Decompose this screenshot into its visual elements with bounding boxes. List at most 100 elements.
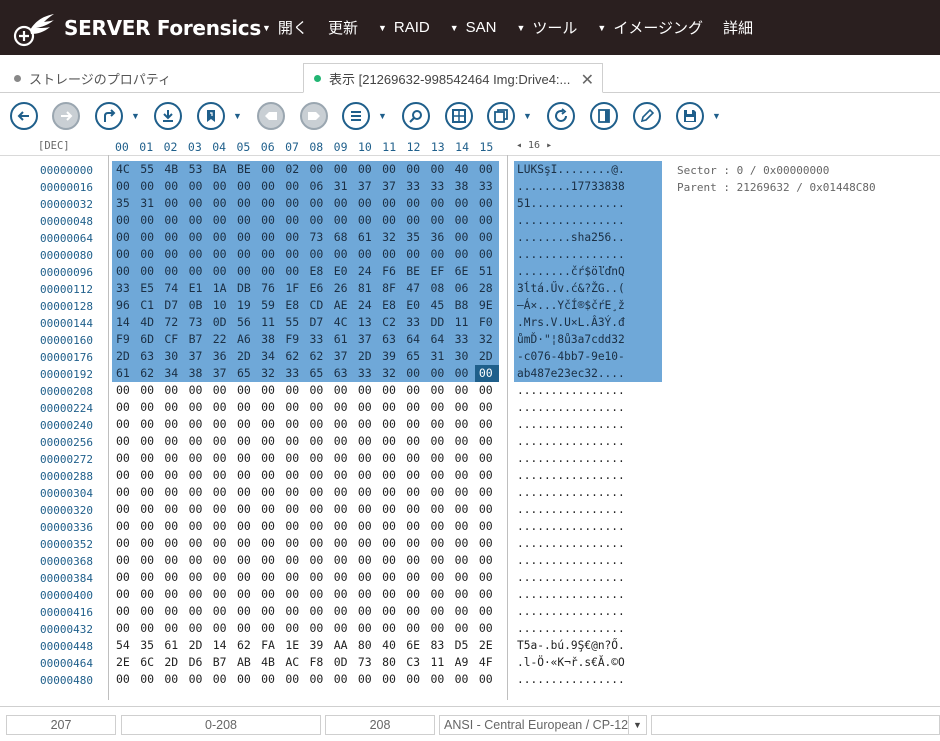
- hex-byte[interactable]: 2D: [232, 348, 258, 365]
- hex-byte[interactable]: F8: [306, 654, 330, 671]
- hex-byte[interactable]: 00: [233, 620, 257, 637]
- hex-byte[interactable]: 00: [136, 467, 160, 484]
- hex-byte[interactable]: 00: [136, 229, 161, 246]
- hex-byte[interactable]: 00: [257, 195, 282, 212]
- hex-byte[interactable]: 00: [402, 416, 426, 433]
- hex-byte[interactable]: 00: [402, 246, 427, 263]
- hex-byte[interactable]: 63: [378, 331, 403, 348]
- hex-byte[interactable]: 00: [306, 467, 330, 484]
- hex-byte[interactable]: 4F: [475, 654, 499, 671]
- hex-byte[interactable]: 00: [281, 246, 306, 263]
- hex-byte[interactable]: 00: [329, 246, 354, 263]
- ascii-row[interactable]: 3ĺtá.Űv.ć&?ŽG..(: [514, 280, 662, 297]
- hex-byte[interactable]: 00: [209, 484, 233, 501]
- hex-byte[interactable]: 00: [233, 416, 257, 433]
- hex-byte[interactable]: AE: [329, 297, 354, 314]
- hex-byte[interactable]: 4C: [329, 314, 354, 331]
- hex-byte[interactable]: 00: [402, 467, 426, 484]
- hex-byte[interactable]: 00: [233, 399, 257, 416]
- hex-byte[interactable]: 00: [354, 450, 378, 467]
- hex-byte[interactable]: 00: [233, 450, 257, 467]
- hex-byte[interactable]: 00: [330, 552, 354, 569]
- hex-byte[interactable]: 11: [257, 314, 282, 331]
- tab-storage-properties[interactable]: ストレージのプロパティ: [0, 63, 303, 93]
- hex-byte[interactable]: 00: [281, 433, 305, 450]
- hex-byte[interactable]: 00: [402, 671, 426, 688]
- hex-byte[interactable]: 68: [329, 229, 354, 246]
- grid-icon[interactable]: [445, 102, 473, 130]
- hex-byte[interactable]: 00: [136, 586, 160, 603]
- hex-byte[interactable]: 00: [136, 501, 160, 518]
- hex-byte[interactable]: 63: [136, 348, 161, 365]
- hex-byte[interactable]: 00: [451, 569, 475, 586]
- ascii-row[interactable]: ................: [514, 467, 662, 484]
- hex-byte[interactable]: 00: [330, 416, 354, 433]
- ascii-row[interactable]: ........sha256..: [514, 229, 662, 246]
- hex-byte[interactable]: 00: [184, 178, 209, 195]
- hex-byte[interactable]: 76: [257, 280, 282, 297]
- hex-byte[interactable]: 00: [136, 450, 160, 467]
- bytes-per-row-control[interactable]: ◂ 16 ▸: [516, 140, 552, 151]
- hex-byte[interactable]: E5: [136, 280, 161, 297]
- hex-byte[interactable]: 00: [112, 399, 136, 416]
- hex-byte[interactable]: 30: [450, 348, 475, 365]
- hex-byte[interactable]: 00: [475, 382, 499, 399]
- hex-byte[interactable]: F9: [112, 331, 137, 348]
- hex-byte[interactable]: 81: [353, 280, 379, 297]
- hex-byte[interactable]: 00: [257, 518, 281, 535]
- hex-byte[interactable]: 32: [257, 365, 282, 382]
- hex-byte[interactable]: 00: [306, 569, 330, 586]
- panel-icon[interactable]: [590, 102, 618, 130]
- hex-byte[interactable]: 00: [233, 433, 257, 450]
- hex-byte[interactable]: 65: [305, 365, 330, 382]
- hex-byte[interactable]: 1F: [281, 280, 306, 297]
- hex-byte[interactable]: 00: [330, 603, 354, 620]
- ascii-row[interactable]: ................: [514, 246, 662, 263]
- chevron-down-icon[interactable]: ▼: [628, 716, 646, 734]
- hex-byte[interactable]: 00: [402, 161, 427, 178]
- hex-byte[interactable]: B7: [209, 654, 233, 671]
- menu-item[interactable]: 更新: [328, 17, 358, 38]
- hex-byte[interactable]: 00: [232, 195, 258, 212]
- hex-byte[interactable]: DD: [426, 314, 451, 331]
- hex-byte[interactable]: 00: [329, 161, 354, 178]
- hex-byte[interactable]: 00: [185, 433, 209, 450]
- hex-byte[interactable]: 00: [112, 433, 136, 450]
- ascii-row[interactable]: ................: [514, 586, 662, 603]
- hex-byte[interactable]: 32: [474, 331, 499, 348]
- hex-byte[interactable]: 00: [209, 535, 233, 552]
- hex-byte[interactable]: 00: [330, 671, 354, 688]
- hex-byte[interactable]: FA: [257, 637, 281, 654]
- hex-byte[interactable]: 00: [281, 552, 305, 569]
- hex-byte[interactable]: 38: [184, 365, 209, 382]
- hex-byte[interactable]: 2D: [474, 348, 499, 365]
- hex-byte[interactable]: 47: [402, 280, 427, 297]
- hex-byte[interactable]: 00: [281, 569, 305, 586]
- hex-byte[interactable]: 00: [306, 433, 330, 450]
- ascii-row[interactable]: -c076-4bb7-9e10-: [514, 348, 662, 365]
- save-dropdown-caret-icon[interactable]: ▼: [712, 111, 721, 121]
- edit-icon[interactable]: [633, 102, 661, 130]
- hex-byte[interactable]: 00: [450, 246, 475, 263]
- hex-byte[interactable]: 74: [160, 280, 185, 297]
- hex-byte[interactable]: BE: [232, 161, 258, 178]
- hex-byte[interactable]: 00: [402, 603, 426, 620]
- hex-byte[interactable]: 35: [402, 229, 427, 246]
- hex-byte[interactable]: 64: [402, 331, 427, 348]
- hex-byte[interactable]: 00: [209, 382, 233, 399]
- hex-byte[interactable]: E8: [281, 297, 306, 314]
- hex-byte[interactable]: 00: [354, 382, 378, 399]
- hex-byte[interactable]: 00: [160, 263, 185, 280]
- hex-byte[interactable]: 62: [281, 348, 306, 365]
- hex-byte[interactable]: 61: [160, 637, 184, 654]
- hex-byte[interactable]: 00: [160, 229, 185, 246]
- ascii-row[interactable]: 51..............: [514, 195, 662, 212]
- hex-byte[interactable]: 62: [136, 365, 161, 382]
- hex-byte[interactable]: 00: [112, 263, 137, 280]
- hex-byte[interactable]: 33: [112, 280, 137, 297]
- hex-byte[interactable]: 00: [329, 212, 354, 229]
- copy-icon[interactable]: [487, 102, 515, 130]
- hex-byte[interactable]: 00: [475, 467, 499, 484]
- hex-byte[interactable]: 00: [426, 518, 450, 535]
- hex-byte[interactable]: B7: [184, 331, 209, 348]
